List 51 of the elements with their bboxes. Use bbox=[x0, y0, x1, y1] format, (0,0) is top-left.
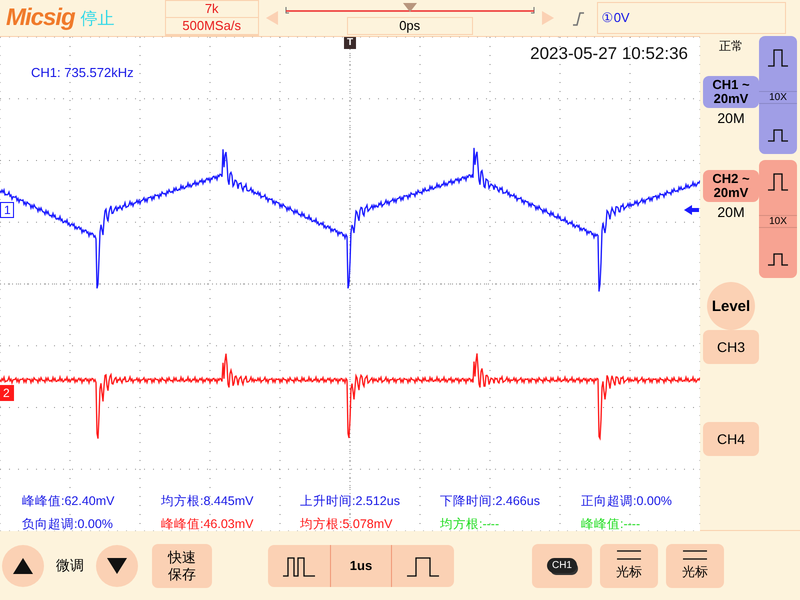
measurement-readout: 均方根:8.445mV bbox=[161, 493, 255, 510]
memory-depth: 7k bbox=[166, 1, 258, 18]
cursor-lines-icon bbox=[683, 550, 707, 560]
trigger-level-arrow-icon bbox=[684, 205, 699, 215]
channel-button[interactable]: CH3 bbox=[703, 330, 759, 364]
measurement-readout: 正向超调:0.00% bbox=[581, 493, 673, 510]
channel-marker[interactable]: 2 bbox=[0, 385, 14, 401]
trigger-position-marker[interactable]: T bbox=[344, 37, 356, 49]
pulse-icon[interactable] bbox=[767, 48, 789, 68]
pulse-icon[interactable] bbox=[767, 128, 789, 142]
timestamp: 2023-05-27 10:52:36 bbox=[530, 44, 688, 64]
measurement-readout: 峰峰值:46.03mV bbox=[161, 516, 255, 533]
down-button[interactable] bbox=[96, 544, 138, 586]
channel-chip: CH1 bbox=[546, 558, 577, 573]
cursor-button[interactable]: 光标 bbox=[600, 544, 658, 588]
measurement-readout: 均方根:5.078mV bbox=[300, 516, 394, 533]
time-offset[interactable]: 0ps bbox=[346, 17, 473, 35]
channel-button[interactable]: CH2 ~ 20mV bbox=[703, 170, 759, 202]
probe-ratio: 10X bbox=[759, 91, 797, 104]
measurement-readout: 上升时间:2.512us bbox=[300, 493, 401, 510]
up-triangle-icon bbox=[13, 558, 33, 574]
measurement-readout: 负向超调:0.00% bbox=[22, 516, 114, 533]
timebase-value[interactable]: 1us bbox=[330, 544, 392, 586]
fine-adjust-label: 微调 bbox=[56, 556, 84, 574]
bandwidth-limit: 20M bbox=[717, 110, 745, 126]
channel-button[interactable]: CH1 ~ 20mV bbox=[703, 76, 759, 108]
measurement-readout: 下降时间:2.466us bbox=[440, 493, 541, 510]
rising-edge-icon[interactable] bbox=[570, 10, 585, 26]
probe-ratio: 10X bbox=[759, 215, 797, 228]
pulse-icon[interactable] bbox=[767, 252, 789, 266]
cursor-button[interactable]: 光标 bbox=[666, 544, 724, 588]
down-triangle-icon bbox=[107, 558, 127, 574]
cursor-channel-button[interactable]: CH1 bbox=[532, 544, 592, 588]
measurement-readout: 均方根:---- bbox=[440, 516, 500, 533]
bandwidth-limit: 20M bbox=[717, 204, 745, 220]
measurement-readout: 峰峰值:---- bbox=[581, 516, 642, 533]
logo: Micsig bbox=[6, 4, 75, 32]
channel-button[interactable]: CH4 bbox=[703, 422, 759, 456]
cursor-lines-icon bbox=[617, 550, 641, 560]
acquire-mode[interactable]: 正常 bbox=[719, 38, 743, 55]
probe-panel[interactable]: 10X bbox=[759, 160, 797, 278]
quick-save-button[interactable]: 快速保存 bbox=[152, 544, 212, 588]
up-button[interactable] bbox=[2, 544, 44, 586]
measurement-readout: 峰峰值:62.40mV bbox=[22, 493, 116, 510]
sample-rate: 500MSa/s bbox=[166, 18, 258, 35]
probe-panel[interactable]: 10X bbox=[759, 36, 797, 154]
channel-marker[interactable]: 1 bbox=[0, 202, 14, 218]
trigger-level-field[interactable]: ①0V bbox=[596, 2, 786, 34]
pulse-icon[interactable] bbox=[767, 172, 789, 192]
frequency-readout: CH1: 735.572kHz bbox=[31, 65, 134, 80]
level-knob[interactable]: Level bbox=[707, 282, 755, 330]
